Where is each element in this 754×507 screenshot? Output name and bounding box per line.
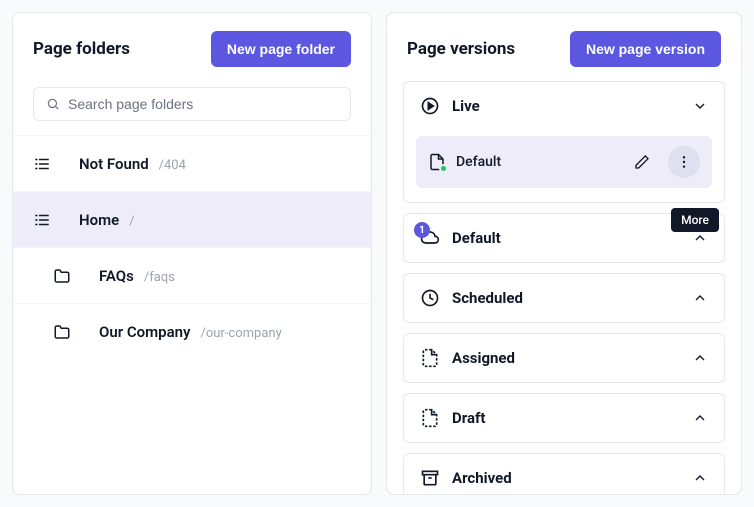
chevron-up-icon bbox=[692, 290, 708, 306]
version-label: Default bbox=[456, 154, 616, 170]
folder-label: Not Found bbox=[79, 155, 149, 173]
folder-list: Not Found /404 Home / FAQs /faqs bbox=[13, 135, 371, 494]
page-folders-title: Page folders bbox=[33, 39, 130, 59]
edit-button[interactable] bbox=[626, 146, 658, 178]
section-archived: Archived bbox=[403, 453, 725, 494]
search-input-wrap[interactable] bbox=[33, 87, 351, 121]
section-label: Archived bbox=[452, 469, 680, 487]
new-page-version-button[interactable]: New page version bbox=[570, 31, 721, 67]
document-dashed-icon bbox=[420, 408, 440, 428]
folder-label: Our Company bbox=[99, 323, 191, 341]
folder-path: / bbox=[129, 214, 134, 229]
section-label: Assigned bbox=[452, 349, 680, 367]
search-icon bbox=[46, 97, 60, 111]
folder-row-not-found[interactable]: Not Found /404 bbox=[13, 135, 371, 191]
folder-label: FAQs bbox=[99, 267, 134, 285]
more-tooltip: More bbox=[671, 208, 719, 232]
folder-path: /404 bbox=[159, 158, 186, 173]
clock-icon bbox=[420, 288, 440, 308]
section-scheduled: Scheduled bbox=[403, 273, 725, 323]
chevron-up-icon bbox=[692, 470, 708, 486]
folder-icon bbox=[53, 323, 71, 341]
chevron-up-icon bbox=[692, 230, 708, 246]
folder-row-home[interactable]: Home / bbox=[13, 191, 371, 247]
section-draft: Draft bbox=[403, 393, 725, 443]
document-dashed-icon bbox=[420, 348, 440, 368]
chevron-up-icon bbox=[692, 350, 708, 366]
chevron-up-icon bbox=[692, 410, 708, 426]
section-archived-head[interactable]: Archived bbox=[404, 454, 724, 494]
page-folders-panel: Page folders New page folder Not Found /… bbox=[12, 12, 372, 495]
folder-path: /faqs bbox=[144, 270, 175, 285]
folder-row-faqs[interactable]: FAQs /faqs bbox=[13, 247, 371, 303]
document-icon bbox=[428, 153, 446, 171]
section-live-head[interactable]: Live bbox=[404, 82, 724, 130]
chevron-down-icon bbox=[692, 98, 708, 114]
version-row-default[interactable]: Default bbox=[416, 136, 712, 188]
folder-icon bbox=[53, 267, 71, 285]
section-assigned: Assigned bbox=[403, 333, 725, 383]
section-label: Scheduled bbox=[452, 289, 680, 307]
section-label: Default bbox=[452, 229, 680, 247]
section-draft-head[interactable]: Draft bbox=[404, 394, 724, 442]
section-assigned-head[interactable]: Assigned bbox=[404, 334, 724, 382]
page-versions-panel: Page versions New page version Live bbox=[386, 12, 742, 495]
folder-row-our-company[interactable]: Our Company /our-company bbox=[13, 303, 371, 359]
new-page-folder-button[interactable]: New page folder bbox=[211, 31, 351, 67]
section-label: Draft bbox=[452, 409, 680, 427]
section-label: Live bbox=[452, 97, 680, 115]
page-versions-title: Page versions bbox=[407, 39, 515, 59]
folder-label: Home bbox=[79, 211, 119, 229]
badge-count: 1 bbox=[414, 222, 430, 238]
folder-path: /our-company bbox=[200, 326, 281, 341]
section-scheduled-head[interactable]: Scheduled bbox=[404, 274, 724, 322]
archive-icon bbox=[420, 468, 440, 488]
search-input[interactable] bbox=[68, 96, 338, 112]
more-button[interactable] bbox=[668, 146, 700, 178]
list-icon bbox=[33, 155, 51, 173]
list-icon bbox=[33, 211, 51, 229]
section-live: Live Default bbox=[403, 81, 725, 203]
play-circle-icon bbox=[420, 96, 440, 116]
